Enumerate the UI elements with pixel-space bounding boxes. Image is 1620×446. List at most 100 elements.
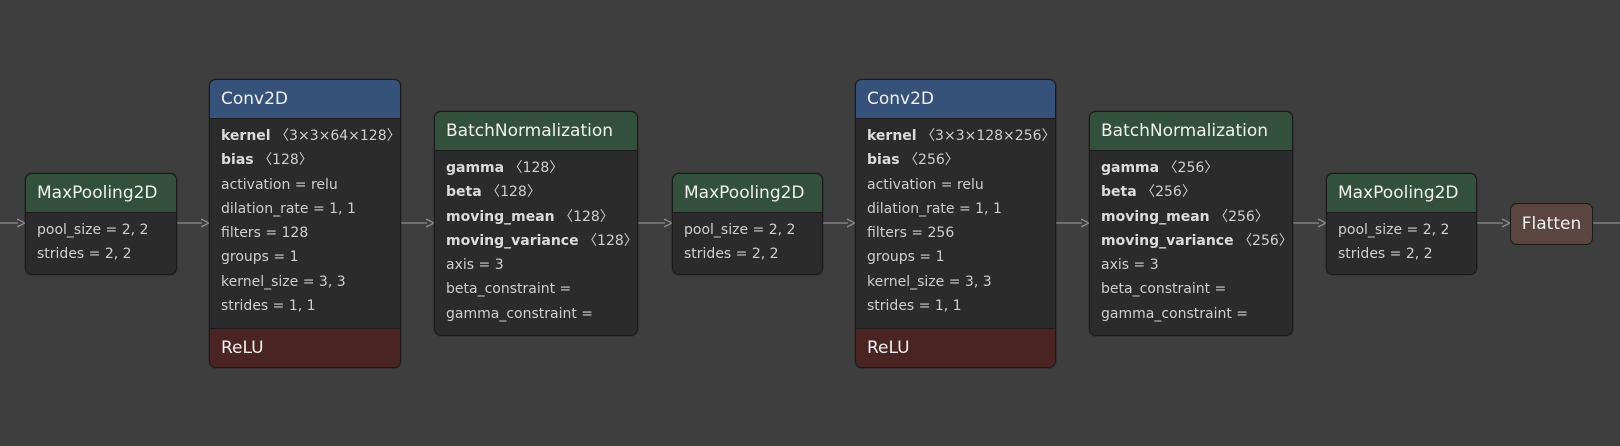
node-title[interactable]: Conv2D xyxy=(210,80,400,119)
weight-row[interactable]: moving_mean 〈128〉 xyxy=(446,205,626,229)
attribute-name: kernel_size xyxy=(221,273,299,290)
attribute-row: pool_size = 2, 2 xyxy=(684,218,811,242)
attribute-name: groups xyxy=(221,249,269,266)
attribute-row: strides = 1, 1 xyxy=(221,294,389,318)
attribute-value: 2, 2 xyxy=(121,222,149,238)
attribute-row: gamma_constraint = xyxy=(1101,302,1281,326)
node-conv2d-1[interactable]: Conv2D kernel 〈3×3×64×128〉 bias 〈128〉 activ… xyxy=(209,79,401,368)
node-title[interactable]: MaxPooling2D xyxy=(26,174,176,213)
activation-relu[interactable]: ReLU xyxy=(856,328,1055,367)
weight-shape: 〈128〉 xyxy=(486,184,541,201)
attribute-row: strides = 2, 2 xyxy=(37,242,165,266)
equals-sign: = xyxy=(906,225,928,242)
edge-7-arrowhead xyxy=(1501,218,1512,228)
attribute-name: pool_size xyxy=(684,222,749,238)
weight-row[interactable]: gamma 〈256〉 xyxy=(1101,156,1281,180)
equals-sign: = xyxy=(1402,222,1423,238)
attribute-name: activation xyxy=(221,176,291,193)
attribute-name: strides xyxy=(37,246,85,263)
weight-row[interactable]: moving_mean 〈256〉 xyxy=(1101,205,1281,229)
equals-sign: = xyxy=(914,249,936,266)
node-attributes: kernel 〈3×3×64×128〉 bias 〈128〉 activation … xyxy=(210,119,400,324)
equals-sign: = xyxy=(298,273,319,290)
attribute-value: 3, 3 xyxy=(318,273,346,290)
node-title[interactable]: Conv2D xyxy=(856,80,1055,119)
weight-shape: 〈128〉 xyxy=(583,232,638,249)
attribute-name: kernel_size xyxy=(867,273,945,290)
attribute-row: strides = 2, 2 xyxy=(684,242,811,266)
attribute-name: beta_constraint xyxy=(446,281,556,298)
node-title[interactable]: MaxPooling2D xyxy=(1327,174,1476,213)
attribute-value: 1, 1 xyxy=(934,298,962,315)
node-title[interactable]: BatchNormalization xyxy=(1090,112,1292,151)
weight-row[interactable]: moving_variance 〈256〉 xyxy=(1101,229,1292,253)
attribute-name: strides xyxy=(684,246,732,263)
model-graph-canvas[interactable]: MaxPooling2D pool_size = 2, 2 strides = 2,… xyxy=(0,0,1620,446)
weight-row[interactable]: kernel 〈3×3×64×128〉 xyxy=(221,124,400,148)
attribute-row: beta_constraint = xyxy=(1101,277,1281,301)
weight-name: beta xyxy=(1101,184,1137,201)
attribute-row: groups = 1 xyxy=(867,245,1044,269)
attribute-row: axis = 3 xyxy=(1101,253,1281,277)
equals-sign: = xyxy=(936,176,957,193)
node-attributes: pool_size = 2, 2 strides = 2, 2 xyxy=(26,213,176,273)
activation-relu[interactable]: ReLU xyxy=(210,328,400,367)
equals-sign: = xyxy=(268,298,289,315)
attribute-name: gamma_constraint xyxy=(1101,305,1232,322)
equals-sign: = xyxy=(731,246,752,263)
equals-sign: = xyxy=(555,281,572,298)
node-maxpool-3[interactable]: MaxPooling2D pool_size = 2, 2 strides = 2,… xyxy=(1326,173,1477,275)
node-attributes: kernel 〈3×3×128×256〉 bias 〈256〉 activation… xyxy=(856,119,1055,324)
attribute-name: groups xyxy=(867,249,915,266)
weight-row[interactable]: bias 〈256〉 xyxy=(867,148,1044,172)
weight-row[interactable]: moving_variance 〈128〉 xyxy=(446,229,637,253)
attribute-name: strides xyxy=(1338,246,1386,263)
equals-sign: = xyxy=(748,222,769,238)
weight-row[interactable]: beta 〈256〉 xyxy=(1101,180,1281,204)
weight-row[interactable]: beta 〈128〉 xyxy=(446,180,626,204)
attribute-row: strides = 1, 1 xyxy=(867,294,1044,318)
node-conv2d-2[interactable]: Conv2D kernel 〈3×3×128×256〉 bias 〈256〉 acti… xyxy=(855,79,1056,368)
node-attributes: gamma 〈128〉 beta 〈128〉 moving_mean 〈128〉 mo… xyxy=(435,151,637,332)
edge-2-arrowhead xyxy=(425,218,436,228)
weight-row[interactable]: gamma 〈128〉 xyxy=(446,156,626,180)
attribute-row: dilation_rate = 1, 1 xyxy=(867,197,1044,221)
equals-sign: = xyxy=(944,273,965,290)
node-attributes: pool_size = 2, 2 strides = 2, 2 xyxy=(673,213,822,273)
attribute-name: gamma_constraint xyxy=(446,305,577,322)
weight-shape: 〈3×3×128×256〉 xyxy=(921,128,1056,144)
equals-sign: = xyxy=(1129,257,1150,274)
attribute-value: 2, 2 xyxy=(768,222,796,238)
edge-4-arrowhead xyxy=(846,218,857,228)
attribute-value: 2, 2 xyxy=(1405,246,1433,263)
equals-sign: = xyxy=(576,305,594,322)
node-title[interactable]: MaxPooling2D xyxy=(673,174,822,213)
weight-row[interactable]: bias 〈128〉 xyxy=(221,148,389,172)
attribute-value: relu xyxy=(310,176,338,193)
attribute-name: dilation_rate xyxy=(867,200,955,217)
node-maxpool-2[interactable]: MaxPooling2D pool_size = 2, 2 strides = 2,… xyxy=(672,173,823,275)
equals-sign: = xyxy=(1385,246,1406,263)
node-maxpool-1[interactable]: MaxPooling2D pool_size = 2, 2 strides = 2,… xyxy=(25,173,177,275)
weight-name: moving_variance xyxy=(446,232,579,249)
attribute-value: 128 xyxy=(281,225,309,242)
weight-name: kernel xyxy=(221,128,271,144)
weight-row[interactable]: kernel 〈3×3×128×256〉 xyxy=(867,124,1055,148)
node-batchnorm-2[interactable]: BatchNormalization gamma 〈256〉 beta 〈256〉 m… xyxy=(1089,111,1293,336)
equals-sign: = xyxy=(84,246,105,263)
node-batchnorm-1[interactable]: BatchNormalization gamma 〈128〉 beta 〈128〉 m… xyxy=(434,111,638,336)
weight-shape: 〈256〉 xyxy=(1141,184,1196,201)
node-attributes: pool_size = 2, 2 strides = 2, 2 xyxy=(1327,213,1476,273)
equals-sign: = xyxy=(1210,281,1227,298)
attribute-row: dilation_rate = 1, 1 xyxy=(221,197,389,221)
attribute-row: groups = 1 xyxy=(221,245,389,269)
attribute-row: filters = 256 xyxy=(867,221,1044,245)
attribute-name: filters xyxy=(867,225,907,242)
node-title[interactable]: BatchNormalization xyxy=(435,112,637,151)
weight-name: moving_mean xyxy=(1101,208,1210,225)
attribute-value: 256 xyxy=(927,225,955,242)
attribute-value: 1 xyxy=(935,249,945,266)
weight-shape: 〈128〉 xyxy=(508,160,564,176)
weight-name: beta xyxy=(446,184,482,201)
node-flatten-1[interactable]: Flatten xyxy=(1510,203,1593,245)
